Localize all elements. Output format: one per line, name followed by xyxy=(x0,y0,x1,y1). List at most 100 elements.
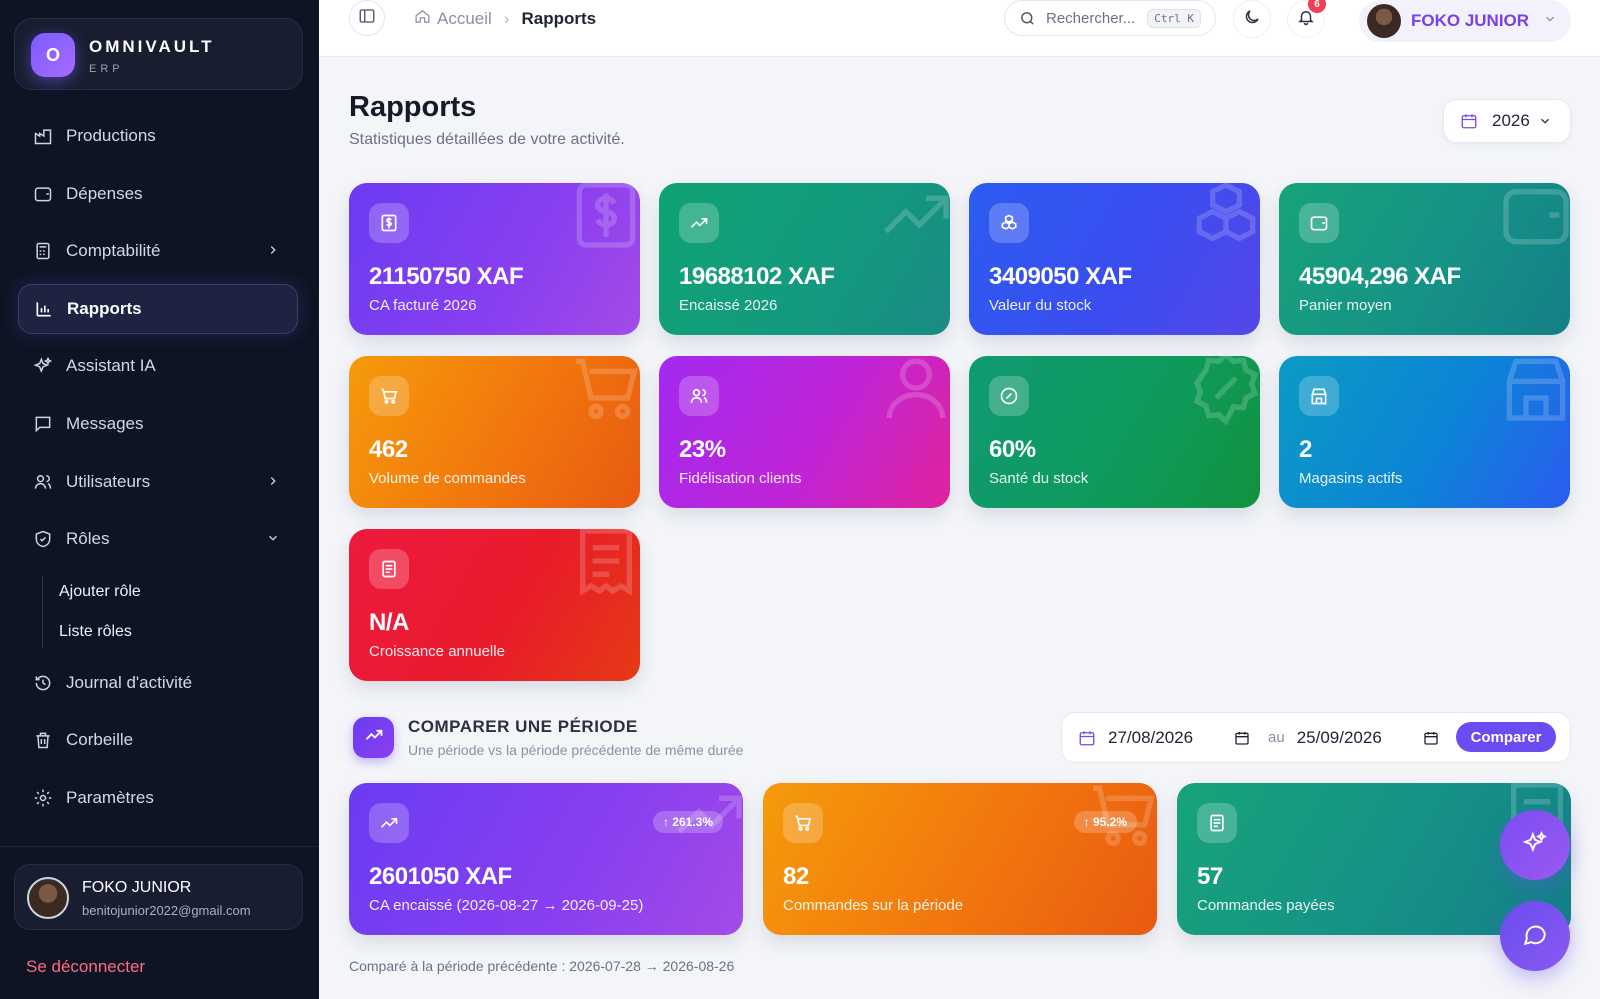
compare-label: Commandes sur la période xyxy=(783,897,964,914)
sidebar-subitem-ajouter-role[interactable]: Ajouter rôle xyxy=(18,572,298,612)
sidebar-divider xyxy=(0,846,319,847)
sidebar-item-utilisateurs[interactable]: Utilisateurs xyxy=(18,457,298,507)
dollar-icon xyxy=(369,203,409,243)
sidebar-item-comptabilite[interactable]: Comptabilité xyxy=(18,226,298,276)
trending-up-icon xyxy=(876,183,950,260)
kpi-label: Encaissé 2026 xyxy=(679,297,778,314)
kpi-value: 19688102 XAF xyxy=(679,263,835,290)
notifications-button[interactable]: 6 xyxy=(1287,0,1326,38)
sidebar-item-label: Journal d'activité xyxy=(66,672,193,692)
roles-submenu: Ajouter rôle Liste rôles xyxy=(18,572,298,652)
breadcrumb: Accueil › Rapports xyxy=(414,8,596,30)
topbar: Accueil › Rapports Rechercher... Ctrl K … xyxy=(319,0,1600,57)
calendar-icon xyxy=(1078,729,1096,747)
change-badge: ↑ 95.2% xyxy=(1073,811,1137,833)
date-from-input[interactable]: 27/08/2026 xyxy=(1108,728,1226,748)
page-subtitle: Statistiques détaillées de votre activit… xyxy=(349,131,625,148)
compare-value: 2601050 XAF xyxy=(369,863,512,890)
compare-card-commandes: ↑ 95.2% 82 Commandes sur la période xyxy=(763,783,1157,935)
sidebar-subitem-liste-roles[interactable]: Liste rôles xyxy=(18,612,298,652)
logout-link[interactable]: Se déconnecter xyxy=(26,957,145,977)
kpi-card-ca-facture: 21150750 XAF CA facturé 2026 xyxy=(349,183,640,335)
cart-icon xyxy=(566,356,640,433)
sidebar-item-roles[interactable]: Rôles xyxy=(18,514,298,564)
badge-percent-icon xyxy=(1186,356,1260,433)
sidebar-item-label: Corbeille xyxy=(66,730,134,750)
sidebar-item-depenses[interactable]: Dépenses xyxy=(18,169,298,219)
sidebar-item-label: Productions xyxy=(66,126,156,145)
chat-fab[interactable] xyxy=(1500,901,1570,971)
date-to-input[interactable]: 25/09/2026 xyxy=(1297,728,1415,748)
sidebar-user-card[interactable]: FOKO JUNIOR benitojunior2022@gmail.com xyxy=(14,864,303,930)
sidebar-item-productions[interactable]: Productions xyxy=(18,111,298,161)
compare-section-icon xyxy=(353,717,394,758)
calendar-picker-icon[interactable] xyxy=(1234,730,1250,746)
compare-title: COMPARER UNE PÉRIODE xyxy=(408,717,638,736)
sidebar-item-parametres[interactable]: Paramètres xyxy=(18,773,298,823)
kpi-label: Volume de commandes xyxy=(369,470,526,487)
bar-chart-icon xyxy=(33,298,55,320)
cart-icon xyxy=(369,376,409,416)
message-icon xyxy=(32,413,54,435)
search-placeholder: Rechercher... xyxy=(1046,9,1136,27)
breadcrumb-home-label: Accueil xyxy=(437,9,492,28)
range-separator: au xyxy=(1268,729,1285,746)
users-icon xyxy=(679,376,719,416)
dollar-icon xyxy=(566,183,640,260)
boxes-icon xyxy=(1186,183,1260,260)
kpi-label: CA facturé 2026 xyxy=(369,297,477,314)
boxes-icon xyxy=(989,203,1029,243)
kpi-label: Magasins actifs xyxy=(1299,470,1403,487)
sidebar-item-label: Dépenses xyxy=(66,183,143,203)
compare-label: CA encaissé (2026-08-27 → 2026-09-25) xyxy=(369,897,644,914)
sidebar: O OMNIVAULT ERP Productions Dépenses Com… xyxy=(0,0,319,999)
compare-value: 82 xyxy=(783,863,809,890)
kpi-value: 21150750 XAF xyxy=(369,263,524,290)
kpi-card-valeur-stock: 3409050 XAF Valeur du stock xyxy=(969,183,1260,335)
kpi-value: 45904,296 XAF xyxy=(1299,263,1461,290)
sidebar-item-label: Assistant IA xyxy=(66,356,156,376)
sidebar-toggle-button[interactable] xyxy=(349,0,385,36)
sidebar-item-rapports[interactable]: Rapports xyxy=(18,283,298,334)
sidebar-nav: Productions Dépenses Comptabilité Rappor… xyxy=(18,111,298,831)
sidebar-item-label: Utilisateurs xyxy=(66,471,151,491)
year-select[interactable]: 2026 xyxy=(1443,99,1571,143)
receipt-icon xyxy=(566,529,640,606)
calculator-icon xyxy=(32,240,54,262)
search-shortcut: Ctrl K xyxy=(1147,8,1201,28)
breadcrumb-home[interactable]: Accueil xyxy=(414,8,492,30)
sidebar-item-label: Comptabilité xyxy=(66,241,161,261)
chevron-right-icon xyxy=(266,473,280,493)
compare-button[interactable]: Comparer xyxy=(1456,722,1556,752)
sidebar-item-corbeille[interactable]: Corbeille xyxy=(18,715,298,765)
sparkles-icon xyxy=(1522,830,1548,861)
cart-icon xyxy=(783,803,823,843)
sidebar-item-journal[interactable]: Journal d'activité xyxy=(18,658,298,708)
trending-up-icon xyxy=(679,203,719,243)
user-name: FOKO JUNIOR xyxy=(82,879,192,896)
kpi-label: Valeur du stock xyxy=(989,297,1092,314)
trash-icon xyxy=(32,729,54,751)
brand-sub: ERP xyxy=(89,63,124,75)
store-icon xyxy=(1496,356,1570,433)
chevron-right-icon xyxy=(266,242,280,262)
search-input[interactable]: Rechercher... Ctrl K xyxy=(1004,0,1216,36)
sidebar-item-messages[interactable]: Messages xyxy=(18,399,298,449)
kpi-label: Santé du stock xyxy=(989,470,1089,487)
user-email: benitojunior2022@gmail.com xyxy=(82,903,251,918)
compare-card-ca-encaisse: ↑ 261.3% 2601050 XAF CA encaissé (2026-0… xyxy=(349,783,743,935)
theme-toggle-button[interactable] xyxy=(1233,0,1271,38)
profile-menu[interactable]: FOKO JUNIOR xyxy=(1359,0,1571,42)
avatar xyxy=(27,877,69,919)
ai-assistant-fab[interactable] xyxy=(1500,810,1570,880)
calendar-picker-icon[interactable] xyxy=(1423,730,1439,746)
wallet-icon xyxy=(32,183,54,205)
kpi-card-encaisse: 19688102 XAF Encaissé 2026 xyxy=(659,183,950,335)
avatar xyxy=(1367,4,1401,38)
breadcrumb-current: Rapports xyxy=(521,9,597,28)
brand-card[interactable]: O OMNIVAULT ERP xyxy=(14,18,303,90)
chat-bubble-icon xyxy=(1522,921,1548,952)
chevron-down-icon xyxy=(266,530,280,550)
sidebar-item-assistant-ia[interactable]: Assistant IA xyxy=(18,341,298,391)
kpi-value: 3409050 XAF xyxy=(989,263,1132,290)
